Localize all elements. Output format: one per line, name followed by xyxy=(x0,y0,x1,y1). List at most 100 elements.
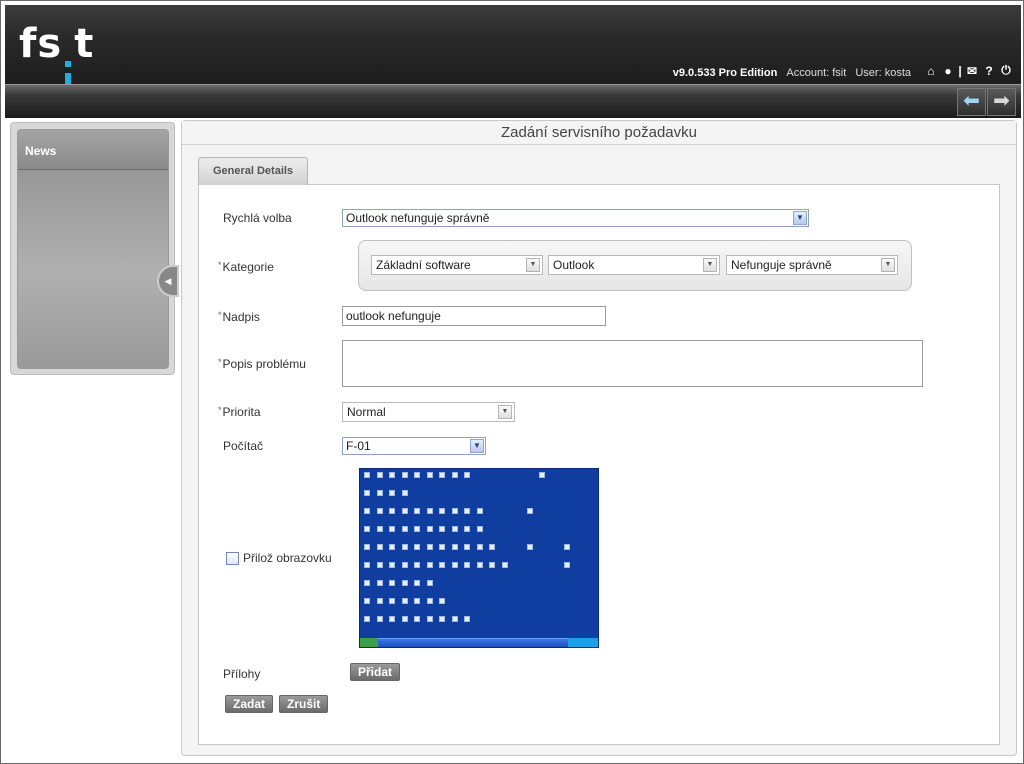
preview-desktop-icon xyxy=(489,562,495,568)
help-icon[interactable]: ? xyxy=(982,64,996,78)
preview-desktop-icon xyxy=(389,490,395,496)
preview-desktop-icon xyxy=(414,544,420,550)
preview-desktop-icon xyxy=(376,598,383,604)
preview-desktop-icon xyxy=(501,562,508,568)
power-icon[interactable]: ⏻ xyxy=(999,63,1013,78)
preview-desktop-icon xyxy=(476,526,483,532)
computer-select[interactable]: F-01 ▼ xyxy=(342,437,486,455)
preview-desktop-icon xyxy=(439,526,445,532)
preview-desktop-icon xyxy=(426,598,433,604)
category-level-2-select[interactable]: Outlook ▼ xyxy=(548,255,720,275)
user-icon[interactable]: ● xyxy=(941,64,955,78)
preview-desktop-icon xyxy=(464,508,470,514)
preview-desktop-icon xyxy=(439,562,445,568)
preview-desktop-icon xyxy=(364,580,370,586)
preview-desktop-icon xyxy=(451,508,458,514)
arrow-right-icon[interactable]: ➡ xyxy=(987,88,1016,116)
preview-desktop-icon xyxy=(439,598,445,604)
preview-desktop-icon xyxy=(426,508,433,514)
preview-desktop-icon xyxy=(389,472,395,478)
attach-screen-checkbox[interactable] xyxy=(226,552,239,565)
preview-desktop-icon xyxy=(439,472,445,478)
preview-desktop-icon xyxy=(451,472,458,478)
sidebar: News xyxy=(10,122,175,375)
preview-desktop-icon xyxy=(414,562,420,568)
preview-desktop-icon xyxy=(464,544,470,550)
cancel-button[interactable]: Zrušit xyxy=(279,695,329,713)
preview-tray xyxy=(568,638,598,647)
preview-desktop-icon xyxy=(451,526,458,532)
mail-icon[interactable]: ✉ xyxy=(965,64,979,78)
preview-desktop-icon xyxy=(376,490,383,496)
chevron-down-icon: ▼ xyxy=(526,258,540,272)
preview-desktop-icon xyxy=(564,544,570,550)
preview-desktop-icon xyxy=(464,526,470,532)
header-info: v9.0.533 Pro Edition Account: fsit User:… xyxy=(673,67,911,79)
preview-desktop-icon xyxy=(489,544,495,550)
main-panel: Zadání servisního požadavku General Deta… xyxy=(181,120,1017,756)
preview-desktop-icon xyxy=(464,616,470,622)
category-group: Základní software ▼ Outlook ▼ Nefunguje … xyxy=(358,240,912,291)
priority-select[interactable]: Normal ▼ xyxy=(342,402,515,422)
preview-desktop-icon xyxy=(439,544,445,550)
separator-icon: | xyxy=(958,63,962,78)
preview-desktop-icon xyxy=(364,544,370,550)
preview-desktop-icon xyxy=(401,472,408,478)
category-level-1-value: Základní software xyxy=(376,258,471,272)
preview-desktop-icon xyxy=(439,616,445,622)
preview-desktop-icon xyxy=(389,526,395,532)
version-label: v9.0.533 Pro Edition xyxy=(672,67,778,79)
preview-desktop-icon xyxy=(401,616,408,622)
quick-choice-label: Rychlá volba xyxy=(223,211,292,225)
arrow-left-icon[interactable]: ⬅ xyxy=(957,88,986,116)
screen-capture-preview xyxy=(359,468,599,648)
news-panel: News xyxy=(17,129,169,369)
preview-desktop-icon xyxy=(389,580,395,586)
preview-desktop-icon xyxy=(414,508,420,514)
preview-desktop-icon xyxy=(464,562,470,568)
app-header: fs t v9.0.533 Pro Edition Account: fsit U… xyxy=(5,5,1021,92)
preview-desktop-icon xyxy=(414,580,420,586)
preview-desktop-icon xyxy=(526,508,533,514)
submit-button[interactable]: Zadat xyxy=(225,695,274,713)
add-attachment-button[interactable]: Přidat xyxy=(350,663,401,681)
preview-desktop-icon xyxy=(426,526,433,532)
preview-desktop-icon xyxy=(451,562,458,568)
preview-desktop-icon xyxy=(389,544,395,550)
app-window: fs t v9.0.533 Pro Edition Account: fsit U… xyxy=(0,0,1024,764)
tab-general-details[interactable]: General Details xyxy=(198,157,308,186)
news-title: News xyxy=(18,130,168,170)
preview-desktop-icon xyxy=(426,580,433,586)
fsit-logo: fs t xyxy=(19,21,94,92)
category-level-1-select[interactable]: Základní software ▼ xyxy=(371,255,543,275)
preview-desktop-icon xyxy=(389,616,395,622)
category-level-3-select[interactable]: Nefunguje správně ▼ xyxy=(726,255,898,275)
preview-desktop-icon xyxy=(376,544,383,550)
required-mark: * xyxy=(218,357,222,367)
account-label: Account: fsit xyxy=(786,67,847,79)
attachments-label: Přílohy xyxy=(223,667,261,681)
priority-value: Normal xyxy=(347,405,386,419)
preview-desktop-icon xyxy=(401,544,408,550)
user-label: User: kosta xyxy=(855,67,911,79)
attach-screen-label: Přilož obrazovku xyxy=(243,551,332,565)
preview-desktop-icon xyxy=(376,580,383,586)
home-icon[interactable]: ⌂ xyxy=(924,64,938,78)
description-textarea[interactable] xyxy=(342,340,923,387)
preview-taskbar xyxy=(360,638,598,647)
chevron-down-icon: ▼ xyxy=(703,258,717,272)
preview-desktop-icon xyxy=(564,562,570,568)
chevron-down-icon: ▼ xyxy=(498,405,512,419)
chevron-down-icon: ▼ xyxy=(793,211,807,225)
preview-desktop-icon xyxy=(476,544,483,550)
preview-desktop-icon xyxy=(389,508,395,514)
title-input[interactable]: outlook nefunguje xyxy=(342,306,606,326)
computer-label: Počítač xyxy=(223,439,264,453)
page-title: Zadání servisního požadavku xyxy=(182,121,1016,145)
priority-label: *Priorita xyxy=(218,405,261,419)
preview-desktop-icon xyxy=(364,472,370,478)
preview-desktop-icon xyxy=(401,490,408,496)
quick-choice-select[interactable]: Outlook nefunguje správně ▼ xyxy=(342,209,809,227)
description-label: *Popis problému xyxy=(218,357,306,371)
nav-bar: ⬅ ➡ xyxy=(5,84,1021,118)
